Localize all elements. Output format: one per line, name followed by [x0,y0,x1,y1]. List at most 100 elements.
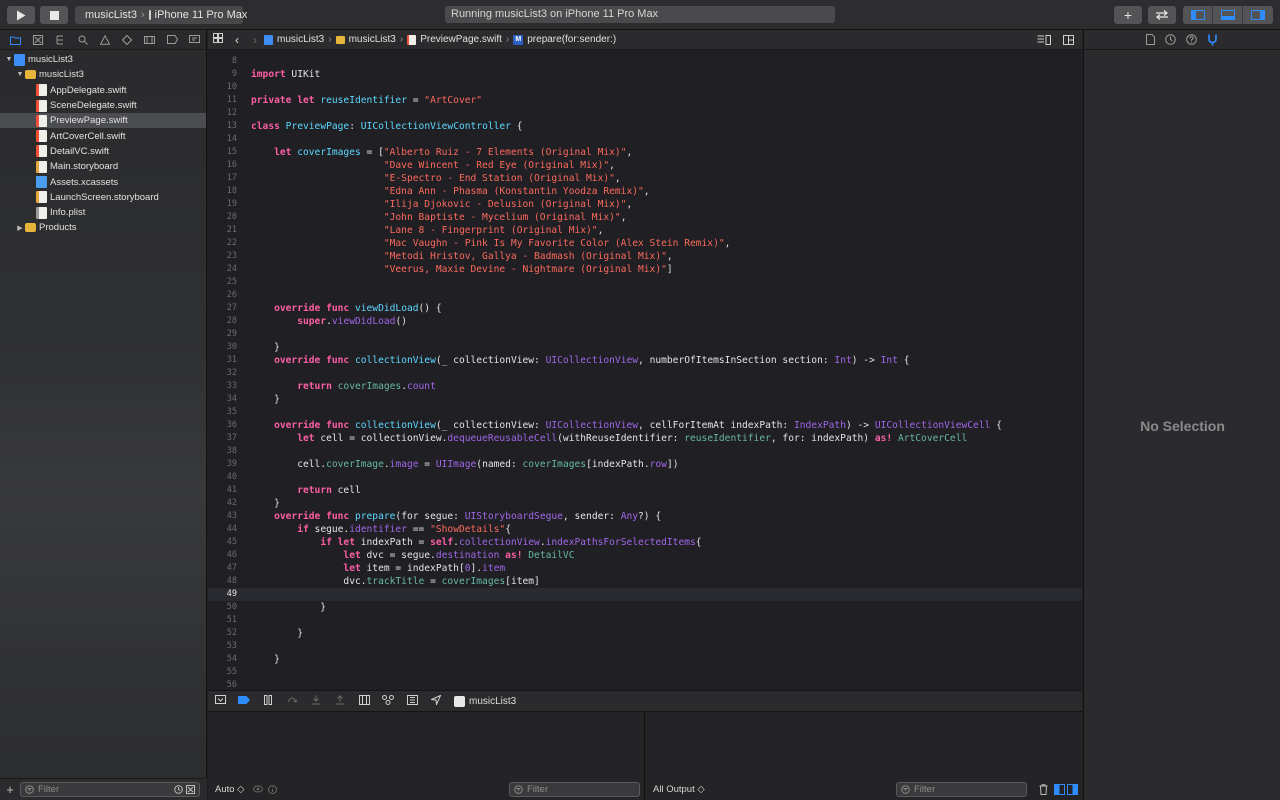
code-line[interactable]: 25 [208,276,1082,289]
variables-filter-input[interactable]: Filter [509,781,640,797]
code-line[interactable]: 40 [208,471,1082,484]
code-line[interactable]: 29 [208,328,1082,341]
run-button[interactable] [7,6,35,24]
breadcrumb-group[interactable]: musicList3 [335,34,396,45]
eye-icon[interactable] [252,785,263,793]
code-line[interactable]: 37 let cell = collectionView.dequeueReus… [208,432,1082,445]
code-line[interactable]: 31 override func collectionView(_ collec… [208,354,1082,367]
step-into-button[interactable] [304,695,328,708]
navigator-filter-input[interactable]: Filter [20,782,200,797]
navigator-item[interactable]: ArtCoverCell.swift [0,128,206,143]
code-line[interactable]: 11 private let reuseIdentifier = "ArtCove… [208,94,1082,107]
navigator-item[interactable]: ▶ Products [0,220,206,235]
disclosure-down-icon[interactable]: ▼ [15,71,25,78]
code-line[interactable]: 42 } [208,497,1082,510]
recent-files-icon[interactable] [174,785,183,794]
split-editor-icon[interactable] [1063,34,1074,45]
report-navigator-tab[interactable] [184,34,206,45]
stop-button[interactable] [40,6,68,24]
environment-overrides-button[interactable] [400,694,424,708]
breadcrumb-file[interactable]: PreviewPage.swift [407,34,502,45]
memory-graph-button[interactable] [376,694,400,708]
code-line[interactable]: 24 "Veerus, Maxie Devine - Nightmare (Or… [208,263,1082,276]
library-button[interactable]: + [1114,6,1142,24]
back-button[interactable]: ‹ [228,33,246,47]
add-file-button[interactable]: + [0,782,20,797]
breadcrumb-symbol[interactable]: Mprepare(for:sender:) [513,34,616,45]
code-line[interactable]: 43 override func prepare(for segue: UISt… [208,510,1082,523]
console-output-selector[interactable]: All Output ◇ [653,784,705,795]
code-line[interactable]: 56 [208,679,1082,690]
help-inspector-icon[interactable] [1186,34,1197,45]
code-line[interactable]: 36 override func collectionView(_ collec… [208,419,1082,432]
navigator-item[interactable]: Main.storyboard [0,159,206,174]
code-line[interactable]: 55 [208,666,1082,679]
code-line[interactable]: 18 "Edna Ann - Phasma (Konstantin Yoodza… [208,185,1082,198]
code-line[interactable]: 9 import UIKit [208,68,1082,81]
code-line[interactable]: 13 class PreviewPage: UICollectionViewCon… [208,120,1082,133]
code-line[interactable]: 33 return coverImages.count [208,380,1082,393]
navigator-item[interactable]: DetailVC.swift [0,144,206,159]
code-line[interactable]: 51 [208,614,1082,627]
simulate-location-button[interactable] [424,694,448,708]
trash-icon[interactable] [1039,783,1048,795]
source-editor[interactable]: 8 9 import UIKit 10 11 private let reuseIdent… [208,50,1082,690]
variables-scope-selector[interactable]: Auto ◇ [215,784,245,795]
step-over-button[interactable] [280,695,304,707]
related-items-button[interactable] [208,33,228,46]
symbol-navigator-tab[interactable] [49,35,71,45]
disclosure-right-icon[interactable]: ▶ [15,224,25,232]
project-navigator-tab[interactable] [4,35,26,45]
code-line[interactable]: 38 [208,445,1082,458]
toggle-inspector-button[interactable] [1243,6,1273,24]
code-line[interactable]: 16 "Dave Wincent - Red Eye (Original Mix… [208,159,1082,172]
code-line[interactable]: 48 dvc.trackTitle = coverImages[item] [208,575,1082,588]
code-line[interactable]: 54 } [208,653,1082,666]
breadcrumb-project[interactable]: musicList3 [264,34,324,45]
code-line[interactable]: 52 } [208,627,1082,640]
navigator-item[interactable]: LaunchScreen.storyboard [0,190,206,205]
code-line[interactable]: 30 } [208,341,1082,354]
step-out-button[interactable] [328,694,352,708]
code-line[interactable]: 44 if segue.identifier == "ShowDetails"{ [208,523,1082,536]
source-control-tab[interactable] [26,34,48,45]
breakpoints-toggle-button[interactable] [232,695,256,707]
code-line[interactable]: 10 [208,81,1082,94]
file-inspector-icon[interactable] [1146,34,1155,45]
view-hierarchy-button[interactable] [352,694,376,708]
navigator-item[interactable]: AppDelegate.swift [0,83,206,98]
code-line[interactable]: 23 "Metodi Hristov, Gallya - Badmash (Or… [208,250,1082,263]
code-line[interactable]: 41 return cell [208,484,1082,497]
code-line[interactable]: 20 "John Baptiste - Mycelium (Original M… [208,211,1082,224]
show-variables-icon[interactable] [1054,783,1065,795]
find-navigator-tab[interactable] [71,35,93,45]
attributes-inspector-icon[interactable] [1207,34,1218,46]
hide-debug-area-button[interactable] [208,695,232,707]
navigator-item[interactable]: Info.plist [0,205,206,220]
test-navigator-tab[interactable] [116,34,138,45]
info-icon[interactable] [267,784,277,794]
code-line[interactable]: 8 [208,55,1082,68]
show-console-icon[interactable] [1067,783,1078,795]
issue-navigator-tab[interactable] [94,34,116,45]
code-line[interactable]: 34 } [208,393,1082,406]
disclosure-down-icon[interactable]: ▼ [4,56,14,63]
code-line[interactable]: 21 "Lane 8 - Fingerprint (Original Mix)"… [208,224,1082,237]
code-line[interactable]: 39 cell.coverImage.image = UIImage(named… [208,458,1082,471]
pause-button[interactable] [256,694,280,708]
code-line[interactable]: 19 "Ilija Djokovic - Delusion (Original … [208,198,1082,211]
console-filter-input[interactable]: Filter [896,781,1027,797]
toggle-navigator-button[interactable] [1183,6,1213,24]
code-line[interactable]: 28 super.viewDidLoad() [208,315,1082,328]
code-line[interactable]: 22 "Mac Vaughn - Pink Is My Favorite Col… [208,237,1082,250]
code-line[interactable]: 45 if let indexPath = self.collectionVie… [208,536,1082,549]
navigator-item[interactable]: Assets.xcassets [0,174,206,189]
debug-navigator-tab[interactable] [139,35,161,45]
code-line[interactable]: 50 } [208,601,1082,614]
code-line[interactable]: 15 let coverImages = ["Alberto Ruiz - 7 … [208,146,1082,159]
code-line[interactable]: 46 let dvc = segue.destination as! Detai… [208,549,1082,562]
code-line[interactable]: 27 override func viewDidLoad() { [208,302,1082,315]
breakpoint-navigator-tab[interactable] [161,35,183,44]
code-line[interactable]: 14 [208,133,1082,146]
source-control-filter-icon[interactable] [186,785,195,794]
